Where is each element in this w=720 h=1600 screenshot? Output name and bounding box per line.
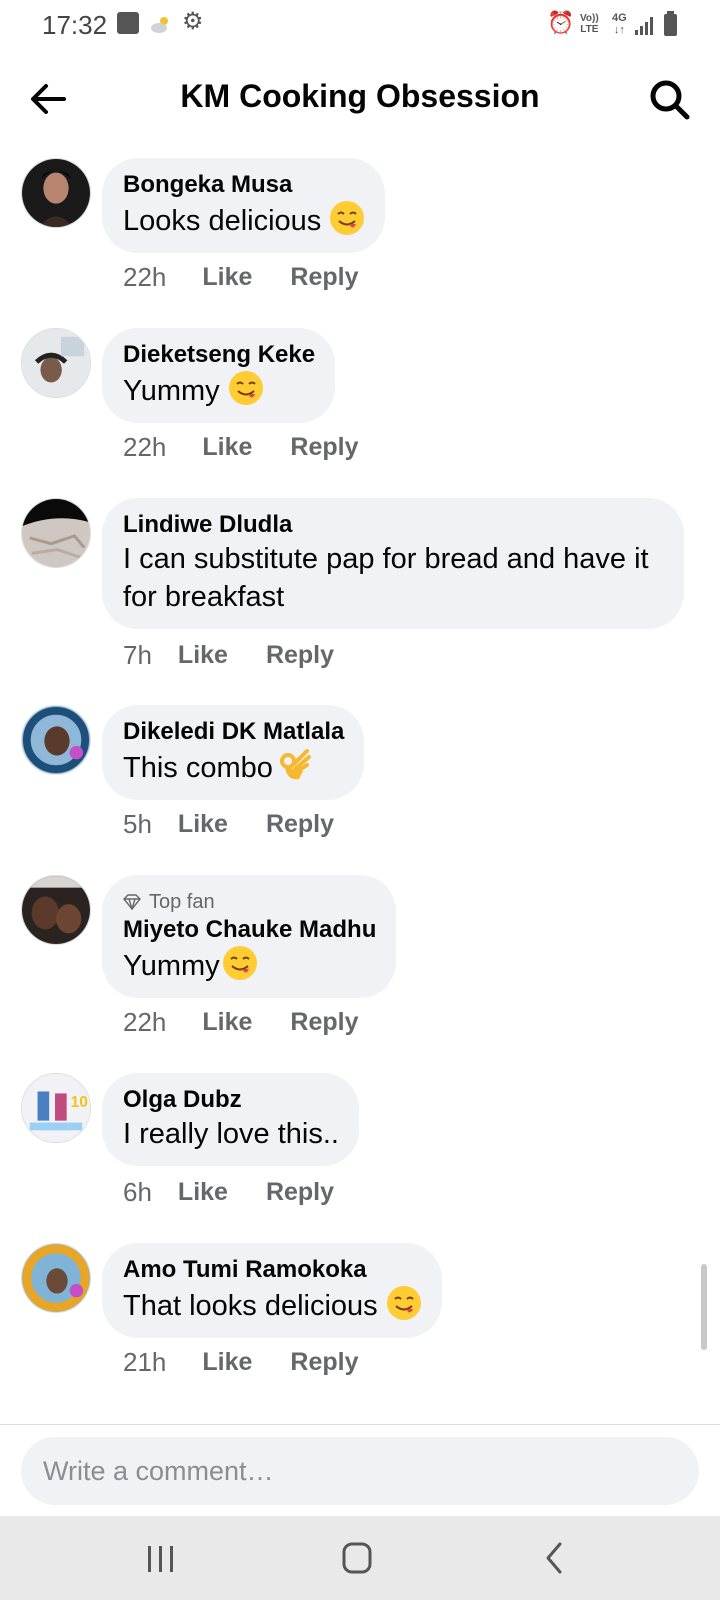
volte-top-text: Vo)) (580, 13, 599, 24)
settings-icon: ⚙ (182, 8, 204, 35)
avatar[interactable] (21, 328, 91, 398)
comment-author[interactable]: Lindiwe Dludla (123, 510, 664, 540)
comment-text: Looks delicious (123, 200, 365, 240)
comment-time[interactable]: 6h (123, 1177, 152, 1208)
savoring-face-emoji-icon (386, 1286, 421, 1320)
reply-button[interactable]: Reply (290, 263, 358, 292)
like-button[interactable]: Like (178, 810, 228, 839)
avatar[interactable] (21, 705, 91, 775)
top-fan-badge: Top fan (123, 889, 376, 915)
avatar[interactable] (21, 498, 91, 568)
comment-list[interactable]: Bongeka Musa Looks delicious 22h Like Re… (0, 148, 720, 1426)
savoring-face-emoji-icon (330, 201, 365, 235)
avatar[interactable] (21, 158, 91, 228)
comment-text-body: Yummy (123, 375, 220, 407)
like-button[interactable]: Like (178, 641, 228, 670)
top-fan-label: Top fan (149, 891, 215, 913)
like-button[interactable]: Like (202, 433, 252, 462)
comment-bubble[interactable]: Top fan Miyeto Chauke Madhu Yummy (102, 875, 397, 998)
comment-bubble[interactable]: Lindiwe Dludla I can substitute pap for … (102, 498, 684, 629)
reply-button[interactable]: Reply (266, 810, 334, 839)
comment-text: That looks delicious (123, 1285, 422, 1325)
comment-meta: 5h Like Reply (123, 809, 334, 840)
comment-text: I can substitute pap for bread and have … (123, 543, 649, 613)
comment-bubble[interactable]: Olga Dubz I really love this.. (102, 1073, 359, 1166)
reply-button[interactable]: Reply (290, 1008, 358, 1037)
reply-button[interactable]: Reply (290, 433, 358, 462)
comment-time[interactable]: 7h (123, 640, 152, 671)
gallery-icon (117, 12, 139, 34)
system-nav-bar (0, 1516, 720, 1600)
volte-icon: Vo)) LTE (580, 13, 599, 35)
avatar[interactable] (21, 1243, 91, 1313)
svg-text:10: 10 (71, 1094, 88, 1111)
like-button[interactable]: Like (202, 1348, 252, 1377)
volte-bottom-text: LTE (580, 24, 599, 35)
comment-bubble[interactable]: Dieketseng Keke Yummy (102, 328, 336, 423)
comment-time[interactable]: 22h (123, 432, 166, 463)
comment-meta: 22h Like Reply (123, 1007, 359, 1038)
comment-meta: 7h Like Reply (123, 640, 334, 671)
comment-meta: 22h Like Reply (123, 262, 359, 293)
comment-author[interactable]: Dieketseng Keke (123, 340, 315, 370)
network-icon: 4G ↓↑ (612, 12, 627, 36)
top-app-bar: KM Cooking Obsession (0, 52, 720, 148)
diamond-icon (123, 894, 141, 910)
comment-author[interactable]: Amo Tumi Ramokoka (123, 1255, 422, 1285)
comment-time[interactable]: 5h (123, 809, 152, 840)
comment-meta: 6h Like Reply (123, 1177, 334, 1208)
comment-time[interactable]: 22h (123, 262, 166, 293)
search-icon[interactable] (646, 76, 692, 122)
comment-meta: 22h Like Reply (123, 432, 359, 463)
scrollbar[interactable] (701, 1264, 707, 1350)
page-title: KM Cooking Obsession (180, 78, 540, 114)
comment-text-body: That looks delicious (123, 1290, 378, 1322)
signal-icon (635, 17, 653, 35)
comment-text-body: This combo (123, 752, 273, 784)
home-icon[interactable] (332, 1538, 382, 1578)
reply-button[interactable]: Reply (266, 641, 334, 670)
comment-text-body: Yummy (123, 950, 220, 982)
comment-time[interactable]: 22h (123, 1007, 166, 1038)
comment-text-body: Looks delicious (123, 205, 322, 237)
comment-author[interactable]: Olga Dubz (123, 1085, 339, 1115)
comment-text: This combo (123, 747, 344, 787)
like-button[interactable]: Like (178, 1178, 228, 1207)
comment-author[interactable]: Dikeledi DK Matlala (123, 717, 344, 747)
comment-author[interactable]: Bongeka Musa (123, 170, 365, 200)
avatar[interactable]: 10 (21, 1073, 91, 1143)
back-icon[interactable] (530, 1538, 580, 1578)
weather-icon (151, 17, 168, 33)
comment-input[interactable] (21, 1437, 699, 1505)
battery-icon (664, 11, 677, 36)
status-time: 17:32 (42, 10, 108, 40)
recent-apps-icon[interactable] (135, 1538, 185, 1578)
comment-text: Yummy (123, 370, 315, 410)
comment-author[interactable]: Miyeto Chauke Madhu (123, 915, 376, 945)
like-button[interactable]: Like (202, 1008, 252, 1037)
alarm-icon: ⏰ (547, 10, 575, 35)
comment-bubble[interactable]: Dikeledi DK Matlala This combo (102, 705, 365, 800)
comment-time[interactable]: 21h (123, 1347, 166, 1378)
savoring-face-emoji-icon (222, 946, 257, 980)
comment-meta: 21h Like Reply (123, 1347, 359, 1378)
comment-composer (0, 1424, 720, 1516)
ok-hand-emoji-icon (279, 749, 311, 780)
avatar[interactable] (21, 875, 91, 945)
comment-bubble[interactable]: Amo Tumi Ramokoka That looks delicious (102, 1243, 442, 1338)
status-bar: 17:32 ⚙ ⏰ Vo)) LTE 4G ↓↑ (0, 0, 720, 52)
network-type-text: 4G (612, 12, 627, 24)
reply-button[interactable]: Reply (266, 1178, 334, 1207)
like-button[interactable]: Like (202, 263, 252, 292)
reply-button[interactable]: Reply (290, 1348, 358, 1377)
comment-bubble[interactable]: Bongeka Musa Looks delicious (102, 158, 386, 253)
comment-text: I really love this.. (123, 1118, 339, 1150)
comment-text: Yummy (123, 945, 376, 985)
savoring-face-emoji-icon (228, 371, 263, 405)
